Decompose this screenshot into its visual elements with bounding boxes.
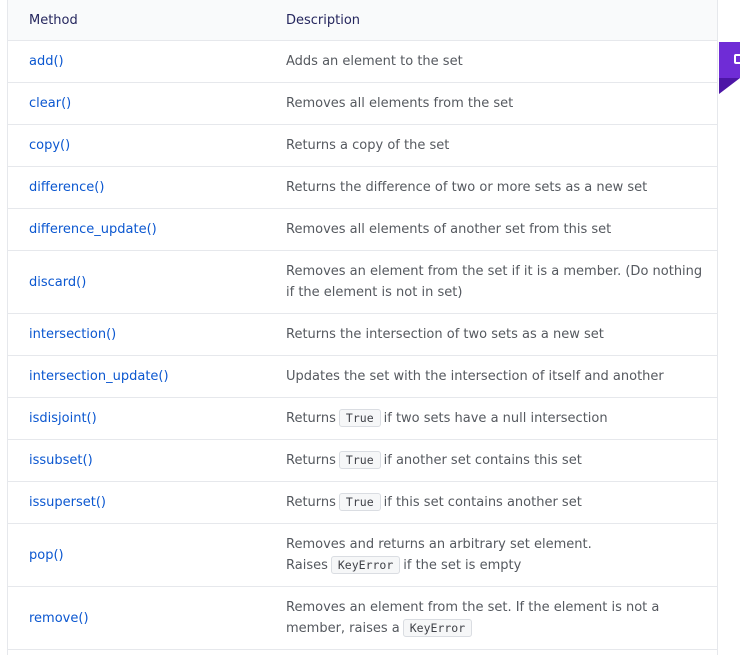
description-cell: Updates the set with the intersection of… xyxy=(265,355,717,398)
set-methods-table: Method Description add() Adds an element… xyxy=(8,0,717,650)
description-cell: Returns True if this set contains another … xyxy=(265,481,717,524)
description-text: Removes an element from the set. If the … xyxy=(286,600,660,636)
method-link-discard[interactable]: discard() xyxy=(8,250,265,314)
table-row: pop() Removes and returns an arbitrary s… xyxy=(8,523,717,587)
method-link-copy[interactable]: copy() xyxy=(8,124,265,167)
table-row: intersection_update() Updates the set wi… xyxy=(8,355,717,398)
table-row: isdisjoint() Returns True if two sets have… xyxy=(8,397,717,440)
feedback-icon[interactable] xyxy=(734,54,740,64)
table-row: issuperset() Returns True if this set cont… xyxy=(8,481,717,524)
side-tab-fold xyxy=(719,78,740,94)
table-row: issubset() Returns True if another set con… xyxy=(8,439,717,482)
table-header-row: Method Description xyxy=(8,0,717,41)
description-cell: Removes and returns an arbitrary set ele… xyxy=(265,523,717,587)
method-link-intersection-update[interactable]: intersection_update() xyxy=(8,355,265,398)
true-code: True xyxy=(338,451,381,469)
table-row: remove() Removes an element from the set… xyxy=(8,586,717,650)
method-link-intersection[interactable]: intersection() xyxy=(8,313,265,356)
method-link-issubset[interactable]: issubset() xyxy=(8,439,265,482)
description-text: if the set is empty xyxy=(403,558,522,573)
method-column-header: Method xyxy=(8,0,265,41)
description-cell: Removes all elements from the set xyxy=(265,82,717,125)
method-link-difference[interactable]: difference() xyxy=(8,166,265,209)
keyerror-code: KeyError xyxy=(330,556,401,574)
description-cell: Removes all elements of another set from… xyxy=(265,208,717,251)
description-cell: Removes an element from the set. If the … xyxy=(265,586,717,650)
true-code: True xyxy=(338,409,381,427)
description-text: Returns xyxy=(286,495,336,510)
description-text: Returns xyxy=(286,453,336,468)
description-cell: Returns True if another set contains this … xyxy=(265,439,717,482)
table-row: difference() Returns the difference of t… xyxy=(8,166,717,209)
set-methods-table-container: Method Description add() Adds an element… xyxy=(7,0,718,655)
true-code: True xyxy=(338,493,381,511)
description-text: if another set contains this set xyxy=(383,453,582,468)
method-link-issuperset[interactable]: issuperset() xyxy=(8,481,265,524)
table-row: add() Adds an element to the set xyxy=(8,40,717,83)
description-cell: Returns True if two sets have a null inter… xyxy=(265,397,717,440)
description-text: if this set contains another set xyxy=(383,495,582,510)
table-row: difference_update() Removes all elements… xyxy=(8,208,717,251)
method-link-difference-update[interactable]: difference_update() xyxy=(8,208,265,251)
method-link-remove[interactable]: remove() xyxy=(8,586,265,650)
description-cell: Returns the difference of two or more se… xyxy=(265,166,717,209)
method-link-clear[interactable]: clear() xyxy=(8,82,265,125)
description-cell: Returns the intersection of two sets as … xyxy=(265,313,717,356)
method-link-isdisjoint[interactable]: isdisjoint() xyxy=(8,397,265,440)
description-text: Returns xyxy=(286,411,336,426)
description-column-header: Description xyxy=(265,0,717,41)
table-row: discard() Removes an element from the se… xyxy=(8,250,717,314)
table-row: clear() Removes all elements from the se… xyxy=(8,82,717,125)
description-cell: Returns a copy of the set xyxy=(265,124,717,167)
description-cell: Adds an element to the set xyxy=(265,40,717,83)
method-link-add[interactable]: add() xyxy=(8,40,265,83)
description-cell: Removes an element from the set if it is… xyxy=(265,250,717,314)
table-row: copy() Returns a copy of the set xyxy=(8,124,717,167)
method-link-pop[interactable]: pop() xyxy=(8,523,265,587)
description-text: if two sets have a null intersection xyxy=(383,411,608,426)
keyerror-code: KeyError xyxy=(402,619,473,637)
table-row: intersection() Returns the intersection … xyxy=(8,313,717,356)
